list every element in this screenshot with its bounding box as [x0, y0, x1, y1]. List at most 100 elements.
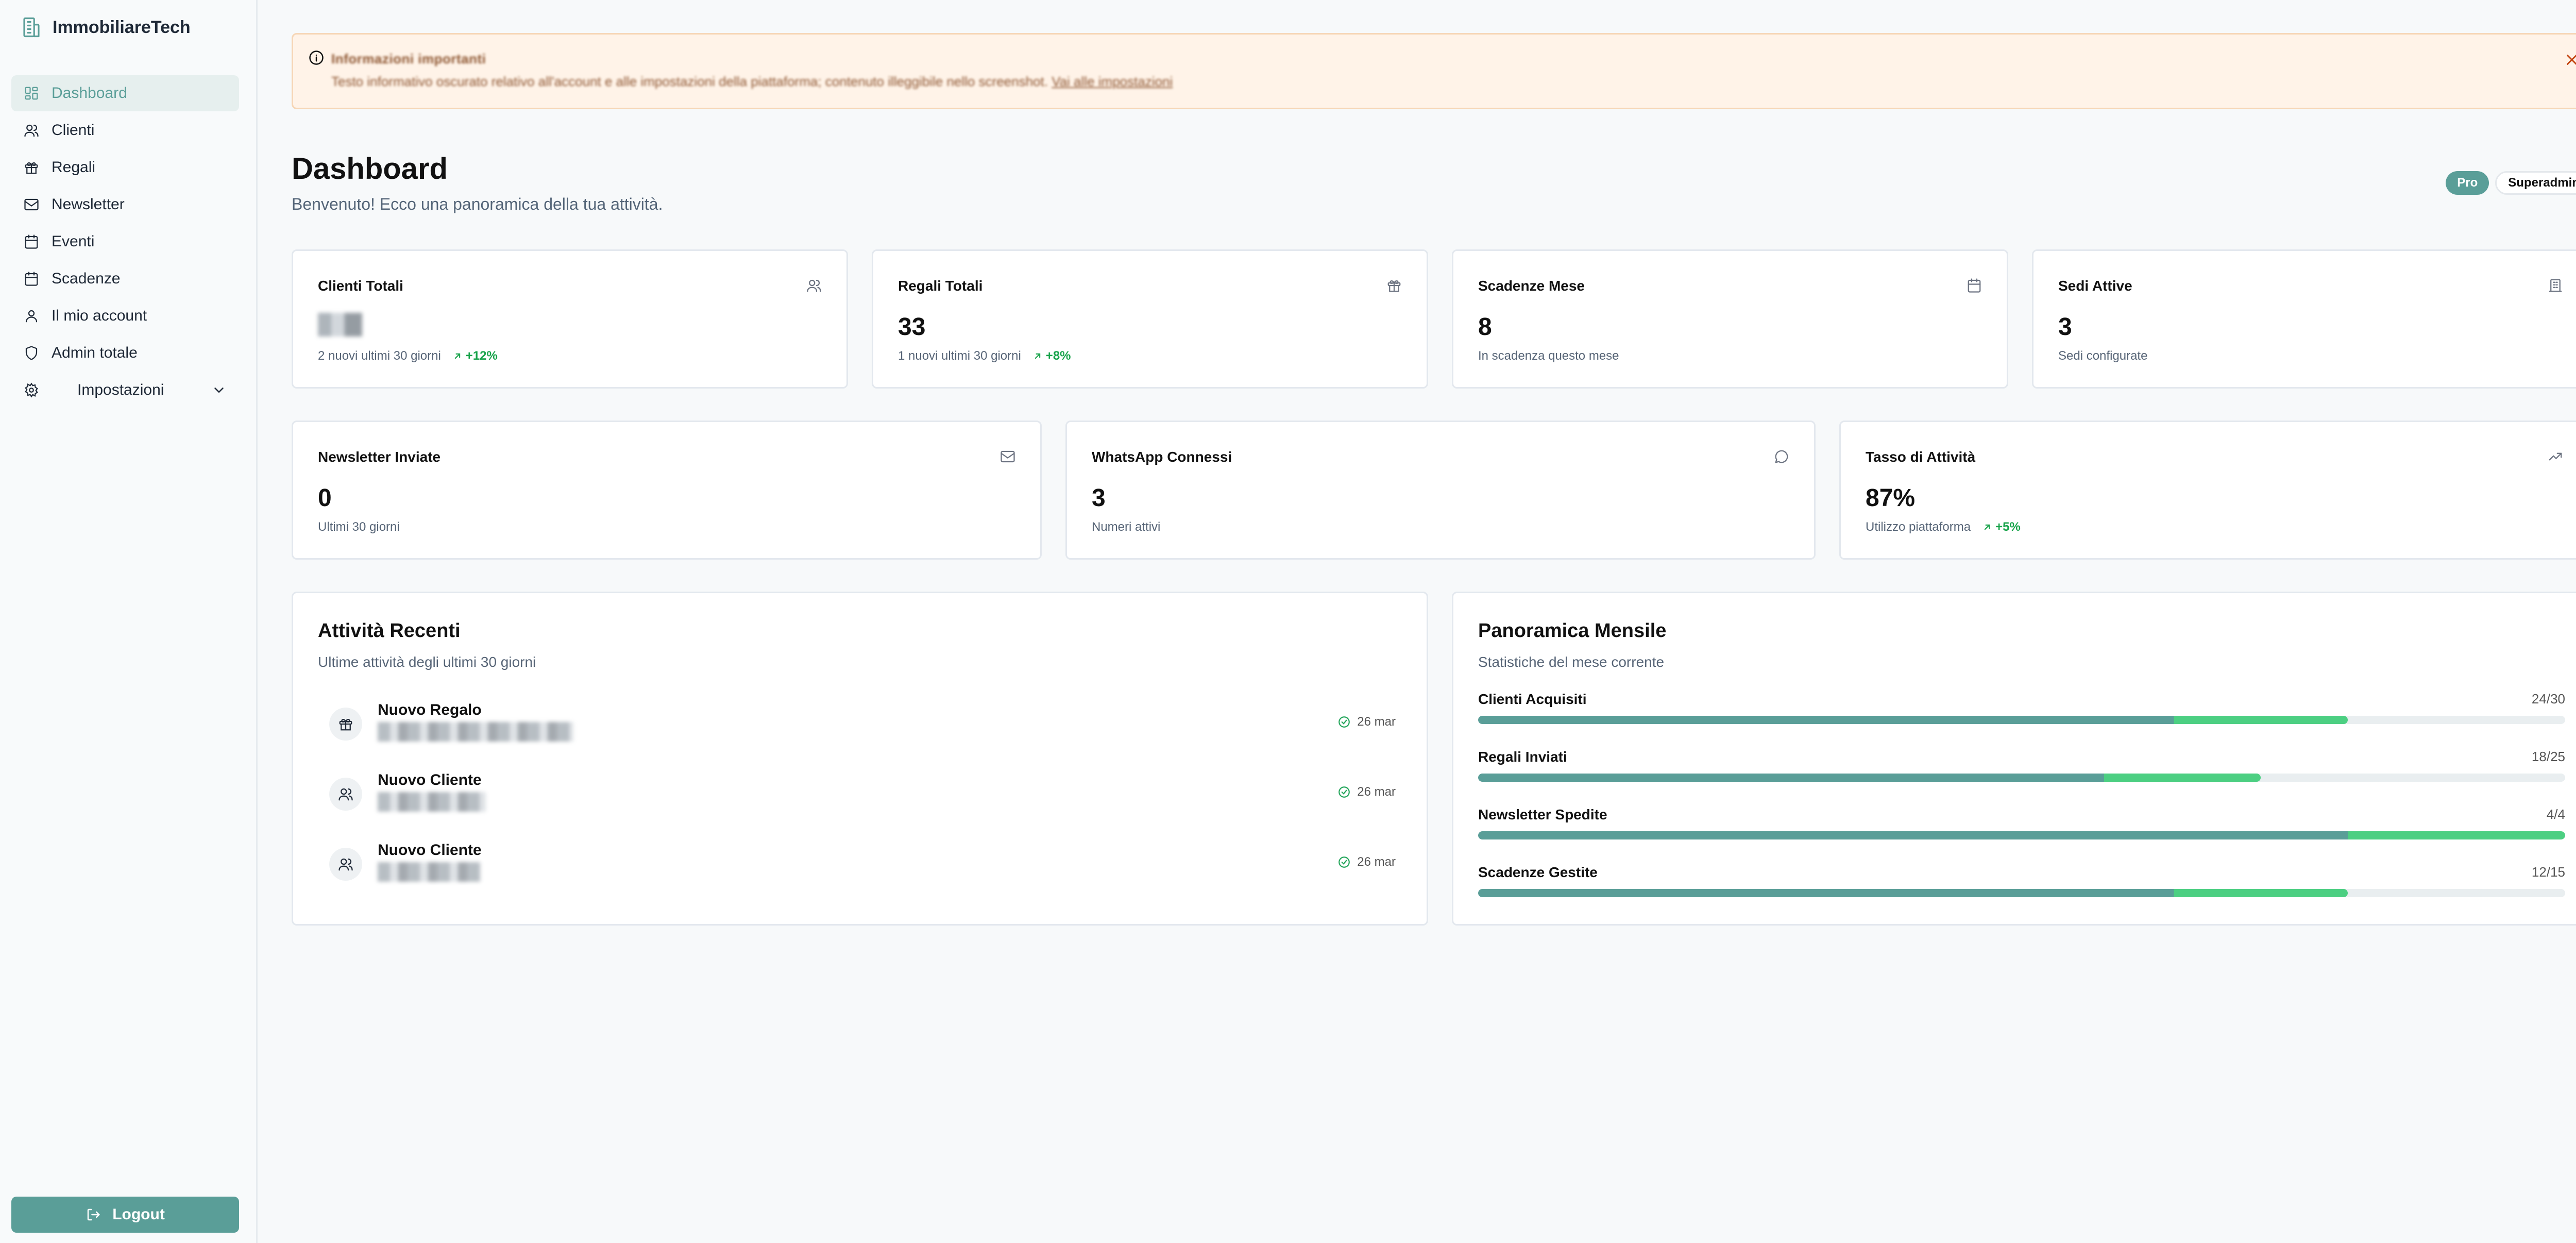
chat-icon — [1775, 450, 1788, 463]
stat-card-newsletter[interactable]: Newsletter Inviate 0 Ultimi 30 giorni — [292, 421, 1042, 560]
stat-subtext-label: 1 nuovi ultimi 30 giorni — [898, 349, 1021, 363]
trend-value: +5% — [1995, 520, 2021, 534]
calendar-icon — [1968, 278, 1981, 293]
stat-value: 12/15 — [2531, 864, 2565, 880]
stat-card-sedi[interactable]: Sedi Attive 3 Sedi configurate — [2032, 249, 2576, 389]
stat-title: Regali Totali — [898, 278, 983, 294]
stat-subtext: Utilizzo piattaforma +5% — [1866, 520, 2021, 534]
trending-up-icon — [2549, 452, 2562, 461]
trend-badge: +8% — [1032, 349, 1071, 363]
user-icon — [25, 310, 38, 323]
stat-card-clienti[interactable]: Clienti Totali 2 nuovi ultimi 30 giorni … — [292, 249, 848, 389]
panel-title: Panoramica Mensile — [1478, 620, 1667, 642]
stat-title: WhatsApp Connessi — [1092, 449, 1232, 465]
trend-badge: +12% — [452, 349, 498, 363]
activity-item[interactable]: Nuovo Cliente 26 mar — [329, 842, 1396, 893]
sidebar-item-scadenze[interactable]: Scadenze — [11, 261, 239, 297]
recent-activity-panel: Attività Recenti Ultime attività degli u… — [292, 592, 1428, 926]
stat-title: Tasso di Attività — [1866, 449, 1976, 465]
sidebar-item-label: Il mio account — [52, 307, 147, 324]
gear-icon — [25, 382, 38, 398]
sidebar-item-label: Impostazioni — [77, 381, 164, 398]
stat-value: 0 — [318, 484, 332, 512]
activity-title: Nuovo Regalo — [378, 701, 482, 718]
redacted-value — [318, 313, 362, 337]
chevron-down-icon[interactable] — [211, 382, 227, 398]
activity-title: Nuovo Cliente — [378, 771, 482, 788]
brand[interactable]: ImmobiliareTech — [21, 16, 191, 38]
sidebar-item-eventi[interactable]: Eventi — [11, 224, 239, 260]
mail-icon — [1001, 450, 1015, 463]
sidebar-item-dashboard[interactable]: Dashboard — [11, 75, 239, 111]
activity-title: Nuovo Cliente — [378, 842, 482, 859]
progress-track — [1478, 831, 2565, 839]
stat-card-attivita[interactable]: Tasso di Attività 87% Utilizzo piattafor… — [1839, 421, 2576, 560]
monthly-stat: Newsletter Spedite 4/4 — [1478, 807, 2565, 848]
arrow-up-right-icon — [454, 353, 461, 359]
alert-title: Informazioni importanti — [331, 51, 486, 66]
stat-value: 3 — [2058, 313, 2072, 341]
stat-subtext-label: Sedi configurate — [2058, 349, 2148, 363]
stat-subtext-label: Numeri attivi — [1092, 520, 1161, 534]
stat-subtext: 2 nuovi ultimi 30 giorni +12% — [318, 349, 498, 363]
redacted-detail — [378, 722, 573, 742]
stat-value: 3 — [1092, 484, 1106, 512]
stat-label: Scadenze Gestite — [1478, 864, 1598, 880]
panel-subtitle: Ultime attività degli ultimi 30 giorni — [318, 654, 536, 670]
stat-subtext-label: Ultimi 30 giorni — [318, 520, 400, 534]
monthly-stat: Clienti Acquisiti 24/30 — [1478, 691, 2565, 732]
dashboard-icon — [25, 87, 38, 100]
sidebar-item-clienti[interactable]: Clienti — [11, 112, 239, 148]
sidebar-item-admin[interactable]: Admin totale — [11, 335, 239, 371]
logout-icon — [87, 1208, 100, 1221]
activity-avatar — [329, 848, 362, 881]
progress-fill — [1478, 716, 2348, 724]
alert-body: Testo informativo oscurato relativo all'… — [331, 74, 2238, 90]
sidebar-item-label: Eventi — [52, 233, 95, 250]
app-name: ImmobiliareTech — [53, 17, 191, 37]
sidebar-item-label: Regali — [52, 159, 96, 176]
sidebar-item-label: Newsletter — [52, 196, 125, 213]
users-icon — [24, 124, 39, 137]
calendar-icon — [25, 272, 38, 286]
stat-title: Clienti Totali — [318, 278, 403, 294]
stat-card-whatsapp[interactable]: WhatsApp Connessi 3 Numeri attivi — [1065, 421, 1816, 560]
activity-item[interactable]: Nuovo Cliente 26 mar — [329, 771, 1396, 823]
main-content: Informazioni importanti Testo informativ… — [258, 0, 2576, 1243]
logout-label: Logout — [112, 1206, 165, 1223]
sidebar-item-label: Dashboard — [52, 85, 127, 102]
alert-link[interactable]: Vai alle impostazioni — [1052, 74, 1173, 89]
activity-date: 26 mar — [1337, 785, 1396, 799]
role-badge: Superadmin — [2495, 171, 2576, 195]
users-icon — [338, 858, 353, 871]
stat-label: Newsletter Spedite — [1478, 807, 1607, 822]
activity-avatar — [329, 778, 362, 811]
stat-subtext-label: 2 nuovi ultimi 30 giorni — [318, 349, 441, 363]
trend-value: +12% — [465, 349, 498, 363]
progress-fill — [1478, 889, 2348, 897]
sidebar-item-account[interactable]: Il mio account — [11, 298, 239, 334]
progress-track — [1478, 889, 2565, 897]
progress-fill — [1478, 774, 2261, 782]
check-circle-icon — [1338, 856, 1350, 868]
sidebar-item-newsletter[interactable]: Newsletter — [11, 187, 239, 223]
gift-icon — [1387, 280, 1401, 292]
progress-fill — [1478, 831, 2565, 839]
stat-label: Regali Inviati — [1478, 749, 1567, 765]
trend-badge: +5% — [1982, 520, 2021, 534]
gift-icon — [339, 718, 352, 731]
sidebar-item-regali[interactable]: Regali — [11, 149, 239, 186]
sidebar-item-settings[interactable]: Impostazioni — [11, 372, 239, 408]
close-icon[interactable] — [2563, 51, 2576, 69]
stat-card-regali[interactable]: Regali Totali 33 1 nuovi ultimi 30 giorn… — [872, 249, 1428, 389]
role-badges: Pro Superadmin — [2446, 171, 2576, 195]
stat-card-scadenze[interactable]: Scadenze Mese 8 In scadenza questo mese — [1452, 249, 2008, 389]
logout-button[interactable]: Logout — [11, 1197, 239, 1233]
trend-value: +8% — [1045, 349, 1071, 363]
alert-text: Testo informativo oscurato relativo all'… — [331, 74, 1048, 89]
mail-icon — [24, 198, 39, 211]
shield-icon — [25, 346, 38, 360]
check-circle-icon — [1338, 716, 1350, 728]
stat-value: 8 — [1478, 313, 1492, 341]
activity-item[interactable]: Nuovo Regalo 26 mar — [329, 701, 1396, 753]
